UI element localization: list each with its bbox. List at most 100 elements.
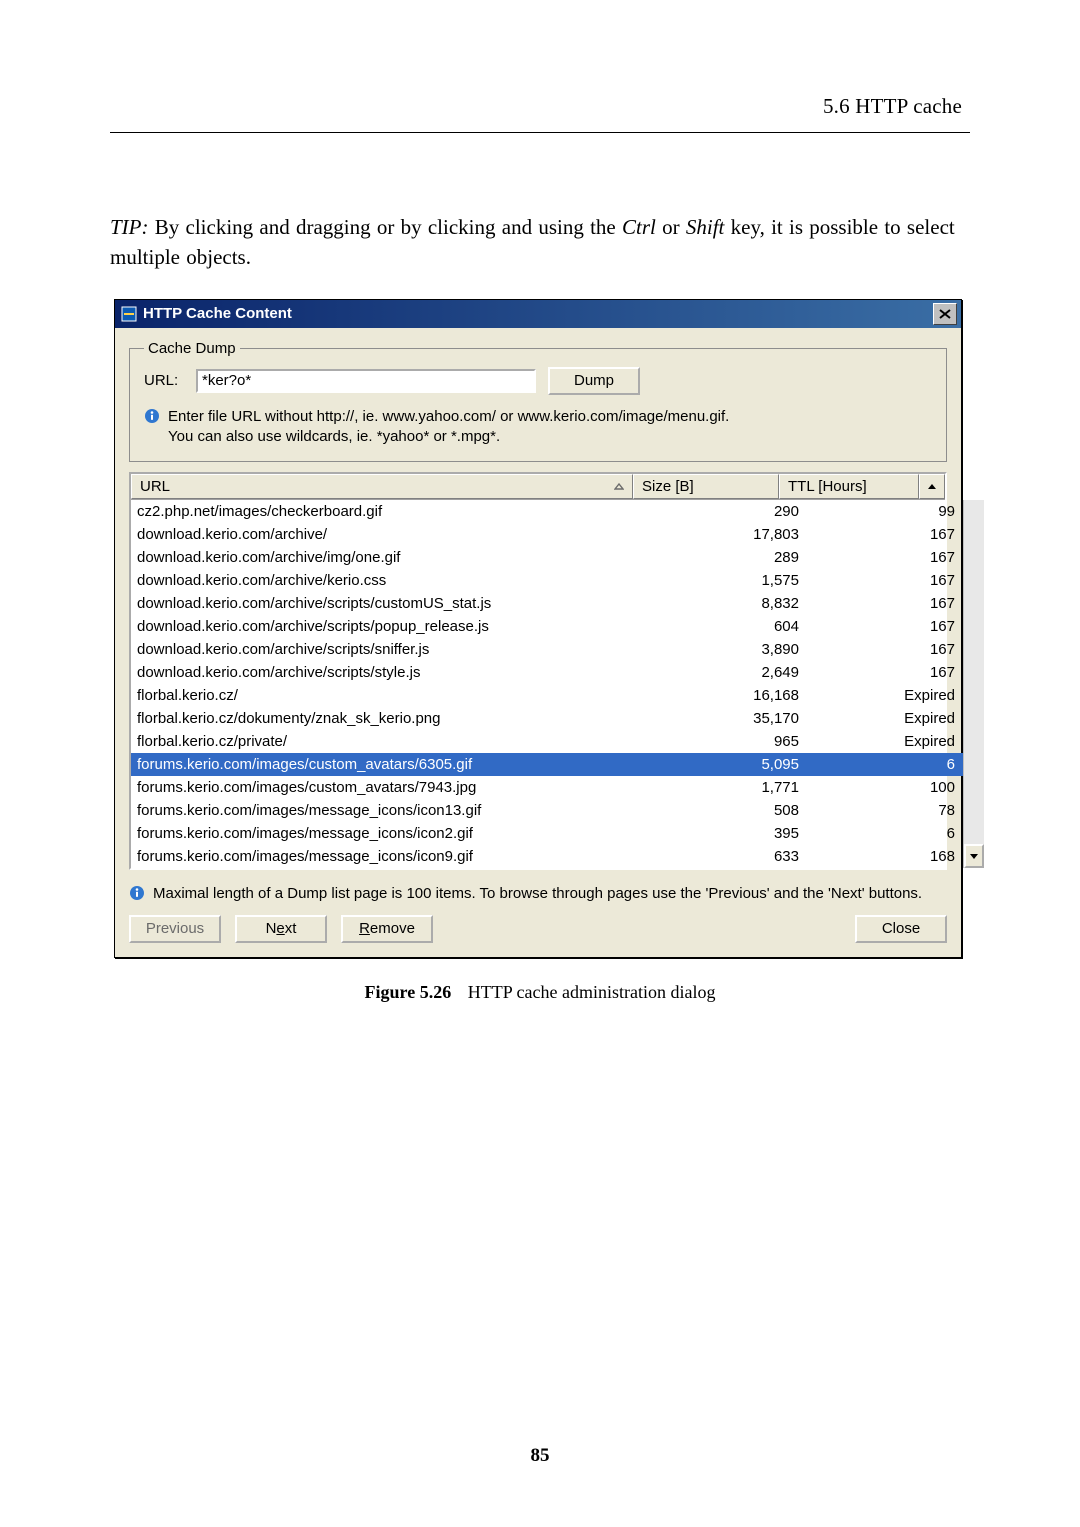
hint-line: Enter file URL without http://, ie. www.…: [144, 407, 932, 448]
table-row[interactable]: download.kerio.com/archive/scripts/custo…: [131, 592, 963, 615]
cell-url: florbal.kerio.cz/private/: [131, 730, 645, 753]
cell-ttl: Expired: [807, 684, 963, 707]
info-icon: [144, 408, 160, 424]
column-size[interactable]: Size [B]: [633, 474, 779, 499]
cell-size: 508: [645, 799, 807, 822]
table-row[interactable]: forums.kerio.com/images/message_icons/ic…: [131, 799, 963, 822]
cell-ttl: 78: [807, 799, 963, 822]
cell-url: forums.kerio.com/images/custom_avatars/6…: [131, 753, 645, 776]
cell-url: download.kerio.com/archive/: [131, 523, 645, 546]
titlebar[interactable]: HTTP Cache Content: [115, 300, 961, 328]
column-ttl[interactable]: TTL [Hours]: [779, 474, 919, 499]
cell-ttl: 167: [807, 661, 963, 684]
cell-ttl: 167: [807, 569, 963, 592]
cell-size: 35,170: [645, 707, 807, 730]
previous-button[interactable]: Previous: [129, 915, 221, 943]
dialog-title: HTTP Cache Content: [143, 305, 292, 322]
cell-size: 633: [645, 845, 807, 868]
cache-listview[interactable]: URL Size [B] TTL [Hours]: [129, 472, 947, 870]
cell-size: 290: [645, 500, 807, 523]
url-label: URL:: [144, 372, 184, 389]
cell-size: 2,649: [645, 661, 807, 684]
cell-ttl: Expired: [807, 707, 963, 730]
cell-url: forums.kerio.com/images/message_icons/ic…: [131, 799, 645, 822]
cell-url: forums.kerio.com/images/custom_avatars/7…: [131, 776, 645, 799]
table-row[interactable]: download.kerio.com/archive/scripts/style…: [131, 661, 963, 684]
vertical-scrollbar[interactable]: [963, 500, 984, 868]
table-row[interactable]: forums.kerio.com/images/custom_avatars/7…: [131, 776, 963, 799]
table-row[interactable]: download.kerio.com/archive/scripts/sniff…: [131, 638, 963, 661]
table-row[interactable]: download.kerio.com/archive/img/one.gif28…: [131, 546, 963, 569]
cell-ttl: 167: [807, 638, 963, 661]
cell-ttl: 6: [807, 753, 963, 776]
cell-url: download.kerio.com/archive/scripts/popup…: [131, 615, 645, 638]
scroll-top-button[interactable]: [919, 474, 945, 499]
cell-url: download.kerio.com/archive/scripts/style…: [131, 661, 645, 684]
info-icon: [129, 885, 145, 901]
cell-url: download.kerio.com/archive/img/one.gif: [131, 546, 645, 569]
figure-caption: Figure 5.26 HTTP cache administration di…: [110, 982, 970, 1003]
cell-url: forums.kerio.com/images/message_icons/ic…: [131, 822, 645, 845]
cell-url: download.kerio.com/archive/scripts/custo…: [131, 592, 645, 615]
remove-button[interactable]: Remove: [341, 915, 433, 943]
table-row[interactable]: forums.kerio.com/images/custom_avatars/6…: [131, 753, 963, 776]
running-header: 5.6 HTTP cache: [823, 94, 962, 119]
dump-button[interactable]: Dump: [548, 367, 640, 395]
close-button[interactable]: Close: [855, 915, 947, 943]
cell-size: 8,832: [645, 592, 807, 615]
cell-size: 1,771: [645, 776, 807, 799]
cell-url: download.kerio.com/archive/scripts/sniff…: [131, 638, 645, 661]
sort-asc-icon: [614, 482, 624, 492]
cell-size: 3,890: [645, 638, 807, 661]
cell-ttl: 167: [807, 523, 963, 546]
tip-paragraph: TIP: By clicking and dragging or by clic…: [110, 212, 970, 273]
cell-size: 965: [645, 730, 807, 753]
table-row[interactable]: florbal.kerio.cz/16,168Expired: [131, 684, 963, 707]
cell-url: download.kerio.com/archive/kerio.css: [131, 569, 645, 592]
chevron-down-icon: [969, 851, 979, 861]
cell-ttl: 167: [807, 615, 963, 638]
footer-hint: Maximal length of a Dump list page is 10…: [129, 884, 947, 904]
cell-size: 1,575: [645, 569, 807, 592]
cell-url: florbal.kerio.cz/: [131, 684, 645, 707]
cache-dump-group: Cache Dump URL: Dump Enter fil: [129, 340, 947, 463]
column-url[interactable]: URL: [131, 474, 633, 499]
cell-url: florbal.kerio.cz/dokumenty/znak_sk_kerio…: [131, 707, 645, 730]
url-input[interactable]: [196, 369, 536, 393]
table-row[interactable]: download.kerio.com/archive/17,803167: [131, 523, 963, 546]
cell-size: 5,095: [645, 753, 807, 776]
cell-size: 289: [645, 546, 807, 569]
header-rule: [110, 132, 970, 133]
table-row[interactable]: forums.kerio.com/images/message_icons/ic…: [131, 822, 963, 845]
cell-url: forums.kerio.com/images/message_icons/ic…: [131, 845, 645, 868]
table-row[interactable]: download.kerio.com/archive/scripts/popup…: [131, 615, 963, 638]
cell-ttl: 6: [807, 822, 963, 845]
cell-ttl: 168: [807, 845, 963, 868]
cell-ttl: 167: [807, 546, 963, 569]
cell-size: 17,803: [645, 523, 807, 546]
table-row[interactable]: florbal.kerio.cz/private/965Expired: [131, 730, 963, 753]
cell-ttl: 167: [807, 592, 963, 615]
page-number: 85: [0, 1445, 1080, 1467]
cell-ttl: 100: [807, 776, 963, 799]
table-row[interactable]: florbal.kerio.cz/dokumenty/znak_sk_kerio…: [131, 707, 963, 730]
http-cache-dialog: HTTP Cache Content Cache Dump URL: Dump: [114, 299, 962, 958]
window-close-button[interactable]: [933, 303, 957, 325]
tip-label: TIP:: [110, 215, 149, 239]
close-icon: [939, 309, 951, 319]
table-row[interactable]: download.kerio.com/archive/kerio.css1,57…: [131, 569, 963, 592]
table-row[interactable]: cz2.php.net/images/checkerboard.gif29099: [131, 500, 963, 523]
cell-url: cz2.php.net/images/checkerboard.gif: [131, 500, 645, 523]
listview-header[interactable]: URL Size [B] TTL [Hours]: [131, 474, 945, 500]
chevron-up-icon: [927, 482, 937, 492]
cell-ttl: 99: [807, 500, 963, 523]
table-row[interactable]: forums.kerio.com/images/message_icons/ic…: [131, 845, 963, 868]
cell-size: 16,168: [645, 684, 807, 707]
cell-ttl: Expired: [807, 730, 963, 753]
cell-size: 395: [645, 822, 807, 845]
app-icon: [121, 306, 137, 322]
cache-dump-legend: Cache Dump: [144, 340, 240, 357]
scroll-down-button[interactable]: [964, 844, 984, 868]
cell-size: 604: [645, 615, 807, 638]
next-button[interactable]: Next: [235, 915, 327, 943]
